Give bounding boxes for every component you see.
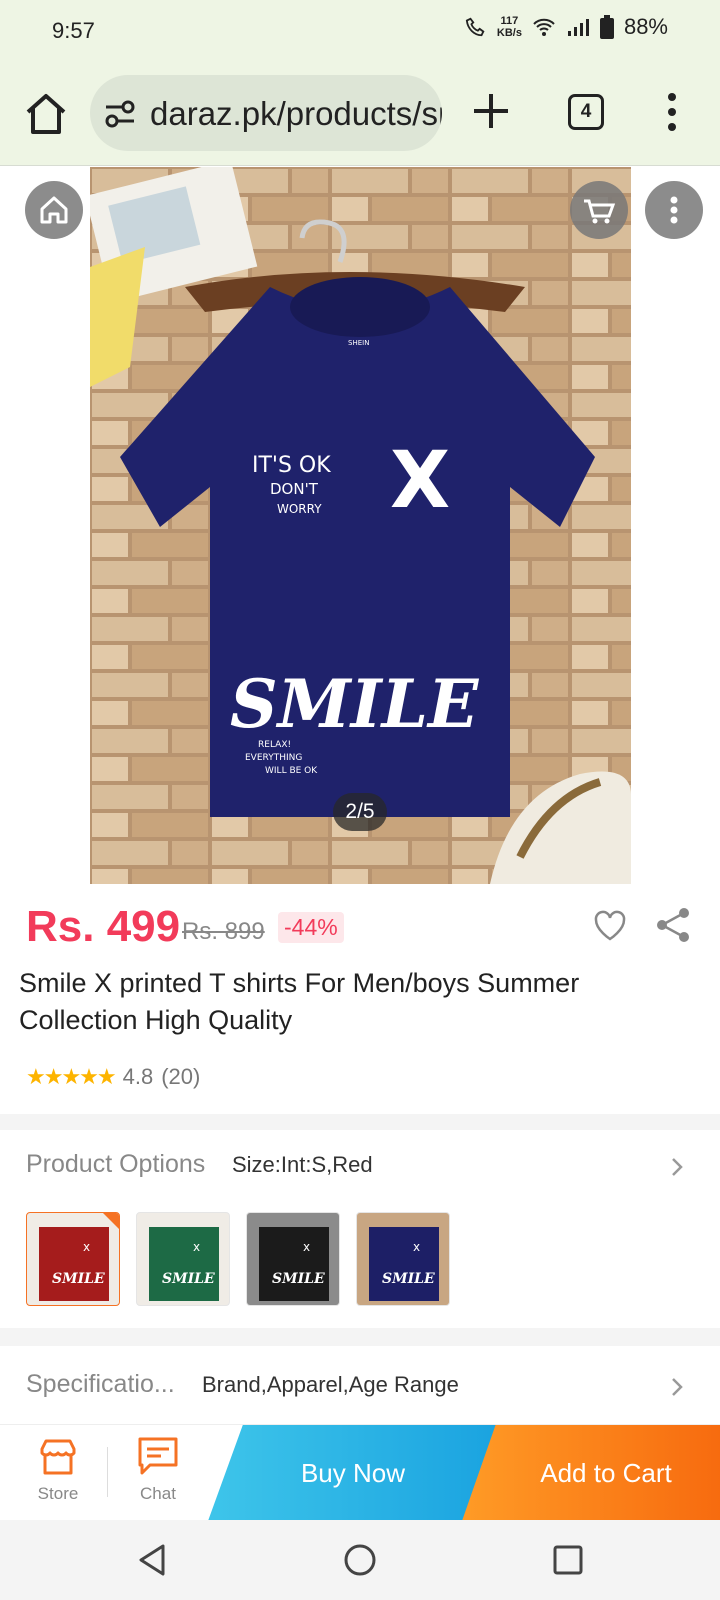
print-smile: SMILE [230, 665, 480, 743]
back-icon[interactable] [135, 1542, 171, 1578]
star-rating-icon: ★★★★★ [26, 1064, 117, 1089]
svg-text:x: x [193, 1240, 200, 1254]
chat-button[interactable]: Chat [118, 1435, 198, 1504]
product-image: SHEIN IT'S OK DON'T WORRY X SMILE RELAX!… [90, 167, 631, 884]
wifi-icon [533, 18, 555, 36]
chat-icon [138, 1437, 178, 1475]
section-divider [0, 1328, 720, 1346]
svg-text:SMILE: SMILE [52, 1271, 105, 1287]
svg-text:SMILE: SMILE [272, 1271, 325, 1287]
image-counter: 2/5 [333, 793, 387, 831]
bar-separator [107, 1447, 108, 1497]
print-x-mark: X [390, 436, 450, 526]
print-text-1: IT'S OK [252, 453, 331, 478]
heart-icon[interactable] [592, 908, 628, 944]
chat-label: Chat [140, 1484, 176, 1503]
net-speed-unit: KB/s [496, 27, 522, 39]
product-options-label: Product Options [26, 1150, 206, 1178]
variant-thumb-navy[interactable]: x SMILE [356, 1212, 450, 1306]
product-image-gallery[interactable]: SHEIN IT'S OK DON'T WORRY X SMILE RELAX!… [90, 167, 631, 884]
chevron-right-icon [672, 1378, 683, 1396]
specification-value: Brand,Apparel,Age Range [202, 1372, 459, 1397]
specification-section[interactable]: Specificatio... Brand,Apparel,Age Range [0, 1346, 720, 1424]
print-small-2: EVERYTHING [245, 753, 302, 763]
home-float-button[interactable] [25, 181, 83, 239]
net-speed-value: 117 [500, 15, 519, 27]
url-text: daraz.pk/products/smile-x-printed-t-shir… [150, 95, 442, 132]
discount-badge: -44% [278, 912, 344, 943]
share-icon[interactable] [654, 906, 692, 944]
svg-text:x: x [303, 1240, 310, 1254]
variant-image-green: x SMILE [149, 1227, 219, 1301]
add-to-cart-button[interactable]: Add to Cart [462, 1425, 720, 1521]
more-float-button[interactable] [645, 181, 703, 239]
svg-text:x: x [83, 1240, 90, 1254]
review-count: (20) [161, 1064, 201, 1089]
print-small-1: RELAX! [258, 740, 291, 750]
svg-text:SMILE: SMILE [162, 1271, 215, 1287]
svg-text:x: x [413, 1240, 420, 1254]
variant-thumb-green[interactable]: x SMILE [136, 1212, 230, 1306]
bottom-action-bar: Store Chat Buy Now Add to Cart [0, 1424, 720, 1521]
variant-image-black: x SMILE [247, 1213, 339, 1305]
rating-row[interactable]: ★★★★★ 4.8 (20) [26, 1064, 200, 1090]
battery-level: 88% [623, 14, 668, 39]
section-divider [0, 1114, 720, 1130]
product-options-value: Size:Int:S,Red [232, 1152, 373, 1177]
product-title: Smile X printed T shirts For Men/boys Su… [19, 968, 580, 1035]
specification-label: Specificatio... [26, 1370, 175, 1398]
status-time: 9:57 [52, 18, 95, 43]
print-text-3: WORRY [277, 502, 322, 516]
cart-icon [584, 199, 616, 224]
store-icon [40, 1439, 76, 1475]
cart-float-button[interactable] [570, 181, 628, 239]
print-text-2: DON'T [270, 480, 319, 498]
selected-corner-mark [103, 1213, 119, 1229]
store-label: Store [37, 1484, 79, 1503]
home-icon[interactable] [22, 90, 70, 138]
variant-image-navy: x SMILE [357, 1213, 449, 1305]
battery-icon [599, 15, 614, 39]
chevron-right-icon [672, 1158, 683, 1176]
rating-value: 4.8 [122, 1064, 154, 1089]
browser-toolbar: daraz.pk/products/smile-x-printed-t-shir… [0, 62, 720, 166]
variant-thumb-red[interactable]: x SMILE [26, 1212, 120, 1306]
status-bar: 9:57 117 KB/s 88% [0, 0, 720, 62]
new-tab-icon[interactable] [470, 90, 512, 132]
more-vertical-icon [670, 196, 678, 224]
svg-text:SMILE: SMILE [382, 1271, 435, 1287]
print-small-3: WILL BE OK [265, 766, 318, 776]
home-circle-icon[interactable] [342, 1542, 378, 1578]
variant-thumbnails: x SMILE x SMILE x SMILE x SMILE [26, 1212, 450, 1306]
more-menu-icon[interactable] [664, 92, 680, 132]
call-icon [465, 17, 485, 37]
home-outline-icon [40, 196, 68, 224]
original-price: Rs. 899 [182, 918, 265, 945]
recents-icon[interactable] [550, 1542, 586, 1578]
tab-switcher-button[interactable]: 4 [568, 94, 604, 130]
shirt-brand-label: SHEIN [348, 339, 369, 347]
site-settings-icon[interactable] [104, 99, 136, 129]
product-options-section[interactable]: Product Options Size:Int:S,Red x SMILE x S… [0, 1130, 720, 1328]
address-bar[interactable]: daraz.pk/products/smile-x-printed-t-shir… [90, 75, 442, 151]
price-row: Rs. 499 Rs. 899 -44% [26, 900, 706, 956]
signal-icon [567, 19, 589, 36]
buy-now-button[interactable]: Buy Now [208, 1425, 498, 1521]
variant-thumb-black[interactable]: x SMILE [246, 1212, 340, 1306]
current-price: Rs. 499 [26, 902, 181, 951]
system-nav-bar [0, 1520, 720, 1600]
store-button[interactable]: Store [18, 1435, 98, 1504]
